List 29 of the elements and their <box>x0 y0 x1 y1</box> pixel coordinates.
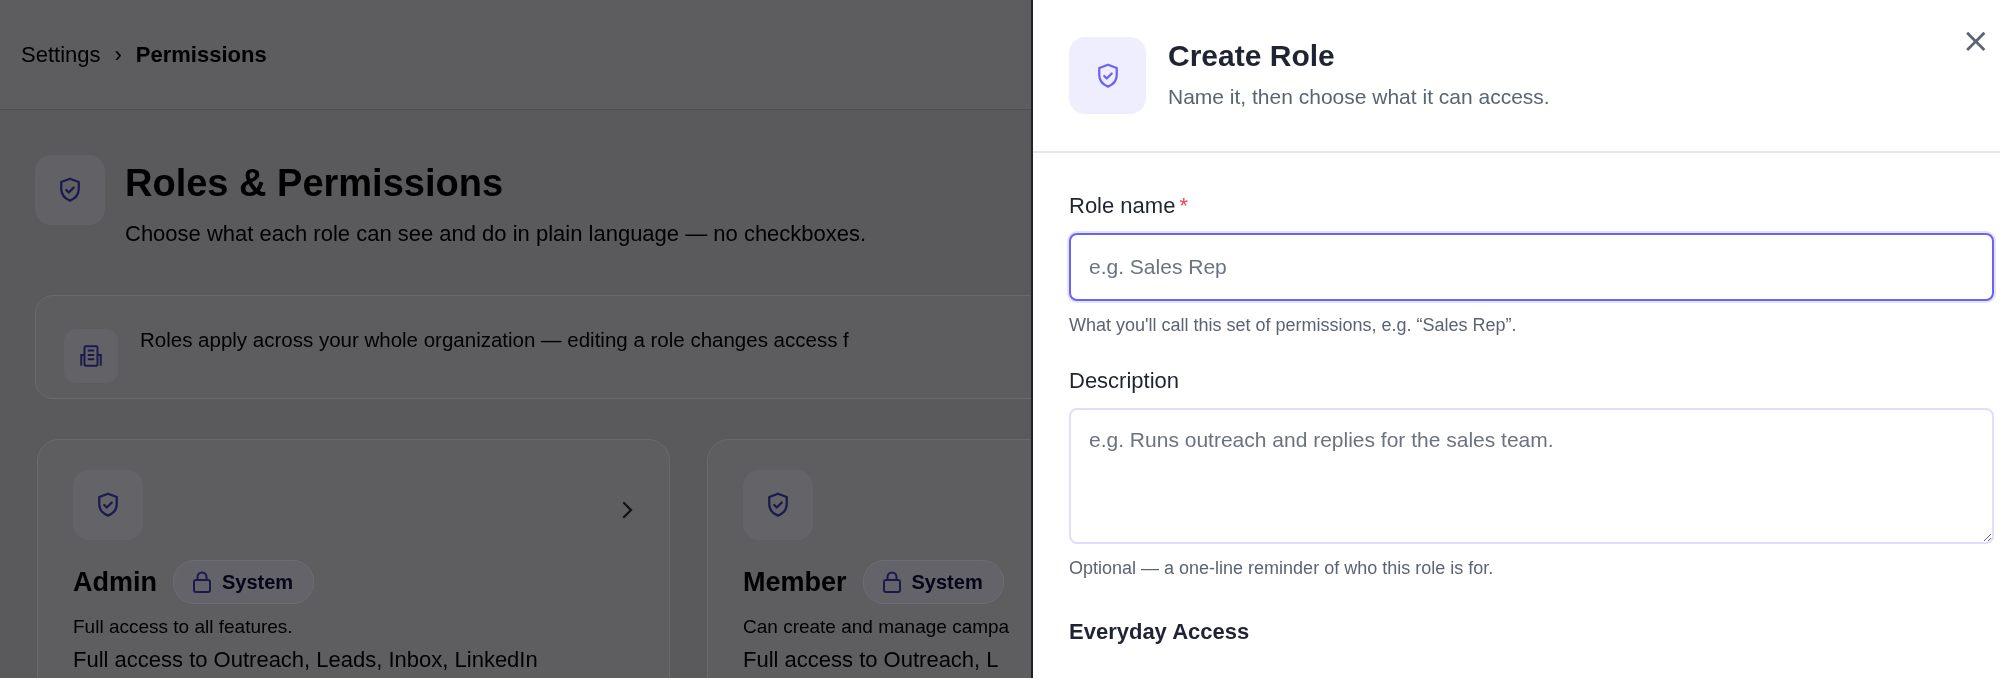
drawer-subtitle: Name it, then choose what it can access. <box>1168 85 1550 109</box>
breadcrumb-separator: › <box>114 41 122 68</box>
chevron-right-icon[interactable] <box>620 500 634 520</box>
close-button[interactable]: × <box>1955 22 1996 58</box>
system-badge: System <box>173 560 315 604</box>
required-mark: * <box>1179 193 1188 219</box>
role-name: Member <box>743 566 847 598</box>
system-badge: System <box>862 560 1004 604</box>
lock-icon <box>881 571 902 593</box>
help-text: What you'll call this set of permissions, e.g. “Sales Rep”. <box>1069 315 1518 336</box>
building-icon <box>78 343 104 369</box>
description-field[interactable]: e.g. Runs outreach and replies for the sales team. <box>1069 408 1994 544</box>
breadcrumb-link[interactable]: Settings <box>21 41 101 68</box>
help-text: Optional — a one-line reminder of who this role is for. <box>1069 558 1495 579</box>
role-details: Full access to Outreach, Leads, Inbox, LinkedIn <box>73 647 539 673</box>
role-name-field[interactable]: e.g. Sales Rep <box>1069 233 1994 301</box>
notice-text: Roles apply across your whole organization — editing a role changes access f <box>140 328 849 352</box>
role-name: Admin <box>73 566 157 598</box>
field-label: Role name <box>1069 193 1176 219</box>
role-summary: Can create and manage campa <box>743 616 1011 638</box>
page-subtitle: Choose what each role can see and do in plain language — no checkboxes. <box>125 221 867 247</box>
role-summary: Full access to all features. <box>73 616 294 638</box>
lock-icon <box>192 571 212 593</box>
field-label: Description <box>1069 368 1180 394</box>
breadcrumb-current: Permissions <box>135 41 267 68</box>
section-heading: Everyday Access <box>1069 619 1251 645</box>
drawer-title: Create Role <box>1168 39 1336 73</box>
page-title: Roles & Permissions <box>125 161 505 205</box>
role-details: Full access to Outreach, L <box>743 647 1000 673</box>
